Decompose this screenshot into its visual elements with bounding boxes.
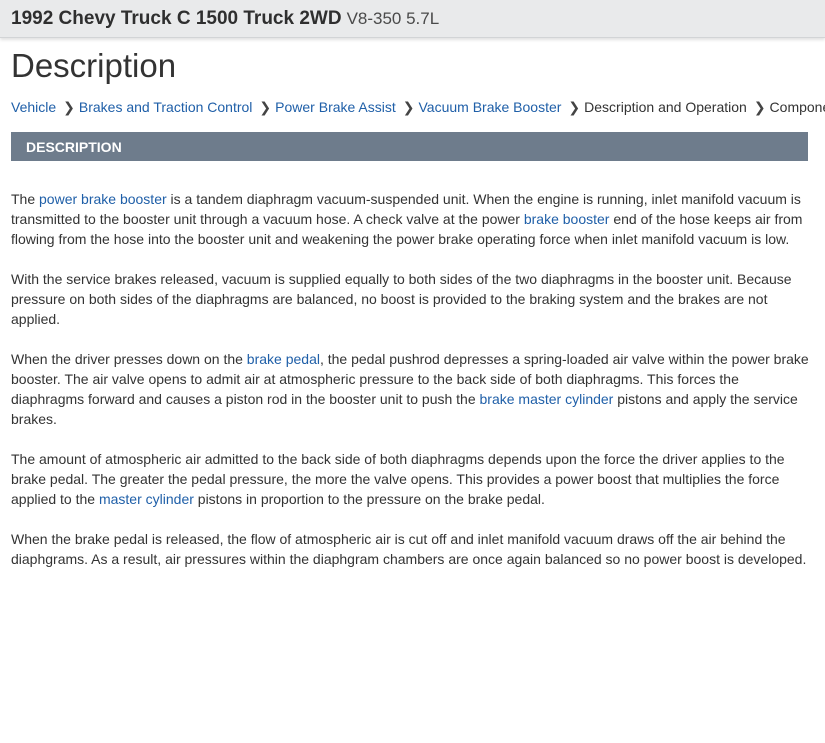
breadcrumb: Vehicle ❯ Brakes and Traction Control ❯ Powe… xyxy=(11,99,825,115)
paragraph-text: The xyxy=(11,191,40,207)
paragraph: When the driver presses down on the brak… xyxy=(11,349,811,429)
chevron-right-icon: ❯ xyxy=(568,99,581,115)
paragraph-text: With the service brakes released, vacuum… xyxy=(11,271,792,327)
section-title: DESCRIPTION xyxy=(26,138,122,155)
paragraph-text: pistons in proportion to the pressure on… xyxy=(193,491,545,507)
term-link-master-cylinder[interactable]: master cylinder xyxy=(99,491,194,507)
breadcrumb-item-vehicle[interactable]: Vehicle xyxy=(11,99,56,115)
engine-spec: V8-350 5.7L xyxy=(346,8,440,28)
breadcrumb-item-description-and-operation: Description and Operation xyxy=(584,99,747,115)
breadcrumb-item-component: Component xyxy=(769,99,825,115)
chevron-right-icon: ❯ xyxy=(259,99,272,115)
paragraph: With the service brakes released, vacuum… xyxy=(11,269,811,329)
paragraph: The power brake booster is a tandem diap… xyxy=(11,189,811,249)
vehicle-title: 1992 Chevy Truck C 1500 Truck 2WD xyxy=(11,7,342,29)
breadcrumb-item-brakes-and-traction-control[interactable]: Brakes and Traction Control xyxy=(79,99,253,115)
description-content: The power brake booster is a tandem diap… xyxy=(11,189,811,569)
vehicle-header: 1992 Chevy Truck C 1500 Truck 2WD V8-350… xyxy=(0,0,825,38)
term-link-brake-master-cylinder[interactable]: brake master cylinder xyxy=(480,391,614,407)
chevron-right-icon: ❯ xyxy=(402,99,415,115)
breadcrumb-item-power-brake-assist[interactable]: Power Brake Assist xyxy=(275,99,396,115)
paragraph: The amount of atmospheric air admitted t… xyxy=(11,449,811,509)
chevron-right-icon: ❯ xyxy=(753,99,766,115)
page-title: Description xyxy=(11,47,177,84)
term-link-brake-booster[interactable]: brake booster xyxy=(524,211,610,227)
paragraph-text: When the driver presses down on the xyxy=(11,351,247,367)
term-link-power-brake-booster[interactable]: power brake booster xyxy=(39,191,167,207)
chevron-right-icon: ❯ xyxy=(63,99,75,115)
paragraph: When the brake pedal is released, the fl… xyxy=(11,529,811,569)
paragraph-text: When the brake pedal is released, the fl… xyxy=(11,531,807,567)
breadcrumb-item-vacuum-brake-booster[interactable]: Vacuum Brake Booster xyxy=(419,99,562,115)
term-link-brake-pedal[interactable]: brake pedal xyxy=(247,351,320,367)
section-header: DESCRIPTION xyxy=(11,132,808,161)
